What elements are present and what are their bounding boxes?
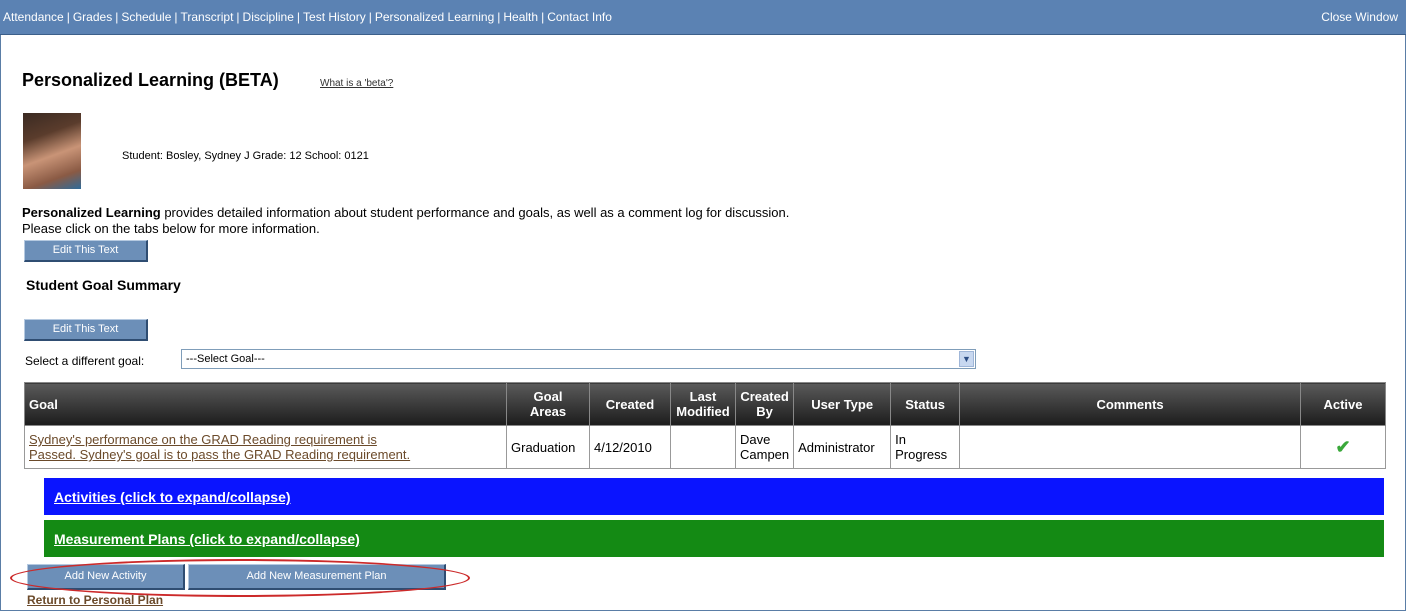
col-created-by: Created By [734,382,795,426]
goal-text-line2: Passed. Sydney's goal is to pass the GRA… [29,447,411,462]
nav-attendance[interactable]: Attendance [3,10,64,24]
nav-separator: | [174,10,178,24]
checkmark-icon: ✔ [1335,436,1351,457]
edit-summary-text-button[interactable]: Edit This Text [24,319,148,341]
return-to-personal-plan-link[interactable]: Return to Personal Plan [27,593,163,607]
goals-table: Goal Goal Areas Created Last Modified Crea… [24,382,1386,469]
created-by-line1: Dave [740,432,771,447]
col-created-by-line2: By [756,404,773,419]
nav-grades[interactable]: Grades [73,10,112,24]
last-modified-cell [670,425,736,469]
student-info: Student: Bosley, Sydney J Grade: 12 Scho… [122,150,369,162]
intro-bold: Personalized Learning [22,205,161,220]
col-created: Created [589,382,671,426]
col-last-modified-line1: Last [689,389,717,404]
chevron-down-icon[interactable]: ▼ [959,351,974,367]
nav-test-history[interactable]: Test History [303,10,366,24]
what-is-beta-link[interactable]: What is a 'beta'? [320,78,393,89]
col-comments: Comments [959,382,1301,426]
col-active: Active [1300,382,1386,426]
goal-select-label: Select a different goal: [25,354,145,368]
add-new-activity-button[interactable]: Add New Activity [27,564,185,590]
col-last-modified-line2: Modified [676,404,730,419]
nav-separator: | [497,10,501,24]
goal-link[interactable]: Sydney's performance on the GRAD Reading… [29,432,410,462]
goal-select[interactable]: ---Select Goal--- ▼ [181,349,976,369]
status-cell: In Progress [890,425,961,469]
status-line1: In [895,432,906,447]
table-header-row: Goal Goal Areas Created Last Modified Crea… [24,382,1386,426]
measurement-plans-toggle-link[interactable]: Measurement Plans (click to expand/colla… [54,531,360,547]
add-new-measurement-plan-button[interactable]: Add New Measurement Plan [188,564,446,590]
nav-transcript[interactable]: Transcript [181,10,234,24]
nav-separator: | [66,10,70,24]
created-by-cell: Dave Campen [734,425,795,469]
intro-rest: provides detailed information about stud… [160,205,790,220]
col-goal-areas-line2: Areas [529,404,567,419]
created-by-line2: Campen [740,447,790,462]
top-nav-bar: Attendance | Grades | Schedule | Transcript | Di… [0,0,1406,35]
activities-section-bar[interactable]: Activities (click to expand/collapse) [44,478,1384,515]
nav-separator: | [296,10,301,24]
active-cell: ✔ [1300,425,1386,469]
close-window-link[interactable]: Close Window [1321,10,1398,24]
col-last-modified: Last Modified [670,382,736,426]
nav-schedule[interactable]: Schedule [121,10,171,24]
nav-separator: | [236,10,240,24]
student-photo [23,113,81,189]
col-goal-areas-line1: Goal [533,389,563,404]
col-goal-areas: Goal Areas [506,382,590,426]
page-title: Personalized Learning (BETA) [22,70,279,90]
nav-separator: | [115,10,119,24]
nav-discipline[interactable]: Discipline [243,10,294,24]
col-created-by-line1: Created [740,389,789,404]
measurement-plans-section-bar[interactable]: Measurement Plans (click to expand/colla… [44,520,1384,557]
nav-items: Attendance | Grades | Schedule | Transcript | Di… [3,10,612,24]
created-cell: 4/12/2010 [589,425,671,469]
goal-text-line1: Sydney's performance on the GRAD Reading… [29,432,377,447]
goal-select-value: ---Select Goal--- [186,353,265,365]
status-line2: Progress [895,447,948,462]
col-user-type: User Type [793,382,892,426]
nav-contact-info[interactable]: Contact Info [547,10,612,24]
nav-health[interactable]: Health [503,10,538,24]
comments-cell [959,425,1301,469]
edit-intro-text-button[interactable]: Edit This Text [24,240,148,262]
user-type-cell: Administrator [793,425,892,469]
goal-areas-cell: Graduation [506,425,590,469]
goal-cell: Sydney's performance on the GRAD Reading… [24,425,507,469]
table-row: Sydney's performance on the GRAD Reading… [24,425,1386,469]
nav-separator: | [368,10,372,24]
col-status: Status [890,382,961,426]
activities-toggle-link[interactable]: Activities (click to expand/collapse) [54,489,291,505]
goal-summary-heading: Student Goal Summary [26,277,181,293]
intro-text: Personalized Learning provides detailed … [22,205,789,237]
nav-personalized-learning[interactable]: Personalized Learning [375,10,494,24]
col-goal: Goal [24,382,507,426]
intro-line2: Please click on the tabs below for more … [22,221,320,236]
nav-separator: | [541,10,545,24]
